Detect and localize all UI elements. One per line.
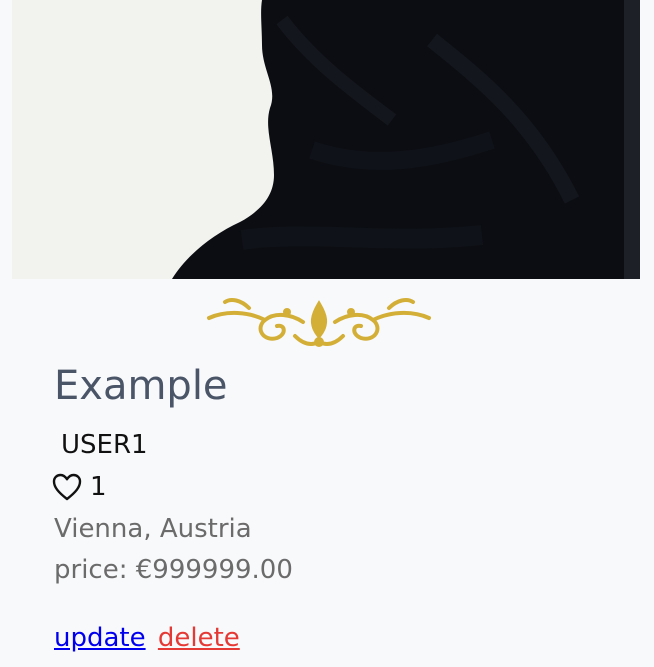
artwork-painting	[12, 0, 640, 279]
listing-actions: update delete	[54, 621, 240, 655]
artwork-image	[12, 0, 640, 279]
artist-username[interactable]: USER1	[61, 428, 148, 462]
heart-outline-icon[interactable]	[52, 473, 82, 501]
like-count: 1	[90, 472, 107, 502]
like-button[interactable]: 1	[52, 470, 107, 504]
listing-location: Vienna, Austria	[54, 514, 252, 544]
listing-title: Example	[54, 363, 228, 409]
update-link[interactable]: update	[54, 623, 146, 653]
artwork-detail-page: Example USER1 1 Vienna, Austria price: €…	[0, 0, 654, 667]
flourish-divider-icon	[205, 290, 433, 350]
delete-link[interactable]: delete	[158, 623, 240, 653]
listing-price: price: €999999.00	[54, 555, 293, 585]
